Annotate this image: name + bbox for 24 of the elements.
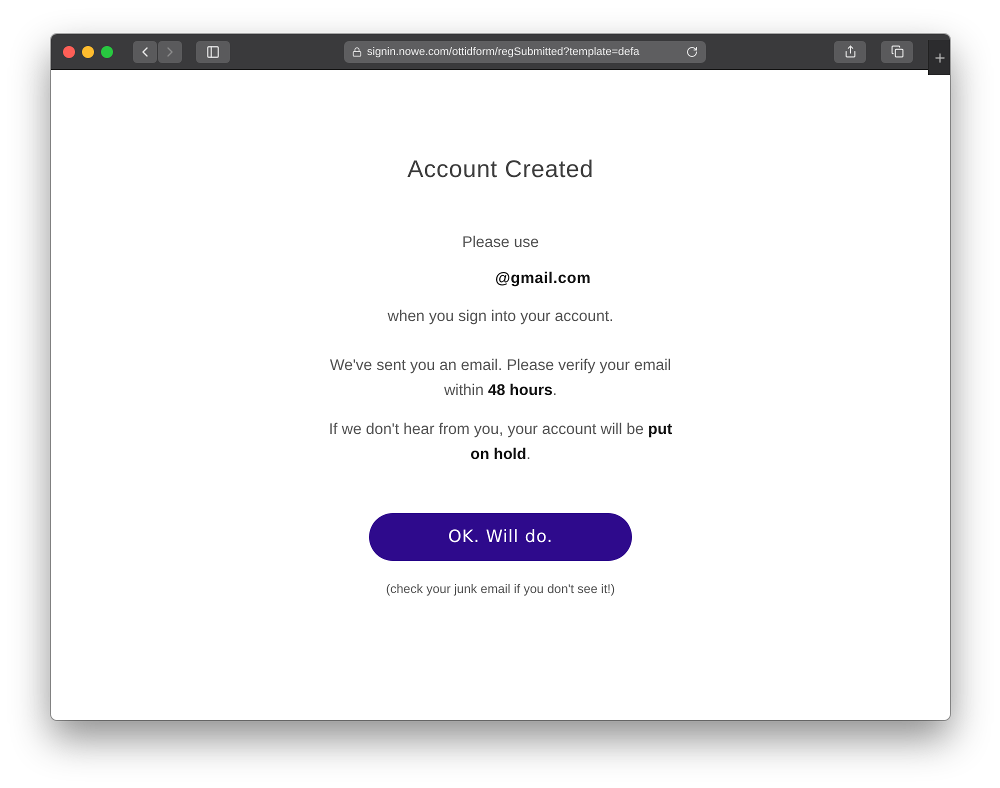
plus-icon: [932, 50, 946, 64]
address-bar[interactable]: signin.nowe.com/ottidform/regSubmitted?template=defa: [344, 40, 706, 62]
sign-in-text: when you sign into your account.: [388, 308, 614, 326]
intro-text: Please use: [462, 234, 539, 252]
lock-icon: [352, 46, 362, 56]
ok-button[interactable]: OK. Will do.: [369, 513, 632, 561]
back-button[interactable]: [133, 40, 157, 62]
notice-paragraph: If we don't hear from you, your account will be put on hold.: [328, 420, 674, 465]
tabs-icon: [890, 45, 904, 58]
email-address: @gmail.com: [495, 270, 591, 288]
url-text: signin.nowe.com/ottidform/regSubmitted?template=defa: [367, 46, 640, 58]
tabs-button[interactable]: [881, 40, 913, 62]
share-icon: [844, 45, 856, 58]
minimize-icon[interactable]: [82, 46, 94, 58]
notice-paragraph: We've sent you an email. Please verify your email within 48 hours.: [328, 356, 672, 401]
maximize-icon[interactable]: [101, 46, 113, 58]
close-icon[interactable]: [63, 46, 75, 58]
reload-icon: [686, 46, 698, 58]
junk-email-note: (check your junk email if you don't see it!): [386, 582, 615, 596]
new-tab-button[interactable]: [928, 40, 950, 75]
sidebar-icon: [206, 44, 220, 58]
share-button[interactable]: [834, 40, 866, 62]
page-title: Account Created: [407, 156, 594, 184]
sidebar-button[interactable]: [196, 40, 230, 62]
